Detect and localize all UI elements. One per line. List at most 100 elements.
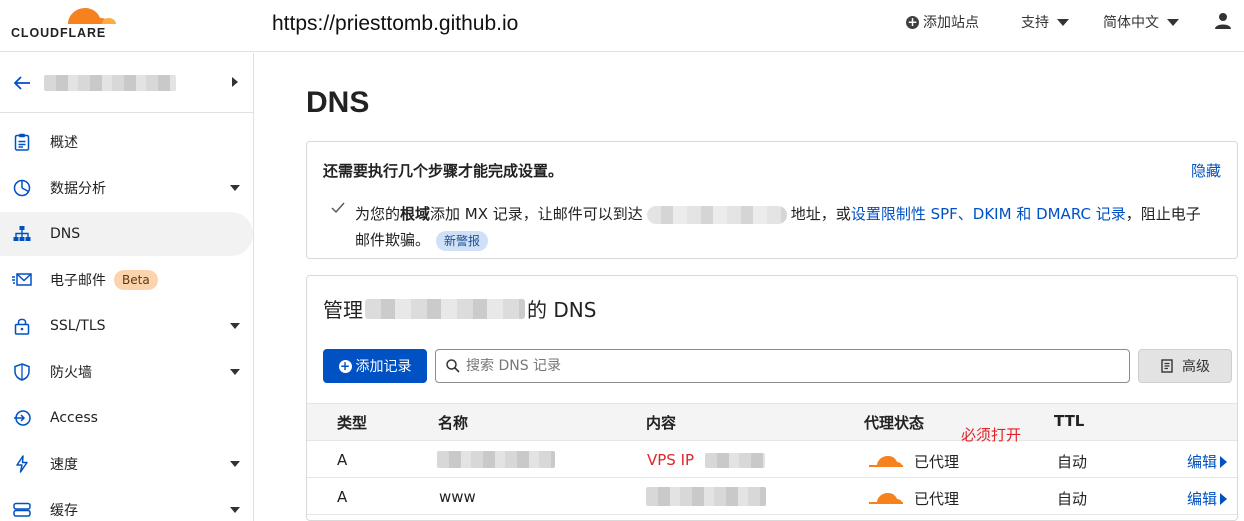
page-title: DNS: [306, 86, 370, 119]
sidebar-item-label: 速度: [50, 457, 78, 473]
cloudflare-cloud-icon: [68, 8, 116, 24]
sidebar-item-cache[interactable]: 缓存: [0, 488, 253, 521]
clipboard-icon: [12, 132, 32, 152]
record-type: A: [337, 488, 348, 506]
chevron-down-icon: [230, 507, 240, 513]
chevron-down-icon: [230, 461, 240, 467]
table-row[interactable]: A www 已代理 自动 编辑: [307, 478, 1237, 515]
edit-record-link[interactable]: 编辑: [1187, 488, 1227, 509]
top-bar: CLOUDFLARE https://priesttomb.github.io …: [0, 0, 1244, 52]
storage-icon: [12, 500, 32, 520]
sidebar-item-analytics[interactable]: 数据分析: [0, 166, 253, 210]
column-header-name[interactable]: 名称: [438, 412, 468, 433]
record-ttl: 自动: [1057, 453, 1088, 471]
sidebar-item-label: 概述: [50, 135, 78, 151]
chevron-right-icon: [232, 77, 238, 87]
hide-link[interactable]: 隐藏: [1191, 160, 1221, 181]
bolt-icon: [12, 454, 32, 474]
language-label: 简体中文: [1103, 15, 1159, 31]
column-header-type[interactable]: 类型: [337, 412, 367, 433]
sidebar-item-ssl-tls[interactable]: SSL/TLS: [0, 304, 253, 348]
logo-text: CLOUDFLARE: [11, 26, 107, 40]
dns-table-header: 类型 名称 内容 代理状态 TTL: [307, 403, 1237, 441]
column-header-content[interactable]: 内容: [646, 412, 676, 433]
email-address-blurred: [646, 205, 787, 224]
back-arrow-icon[interactable]: [12, 73, 32, 96]
lock-icon: [12, 316, 32, 336]
shield-icon: [12, 362, 32, 382]
dns-title-suffix: 的 DNS: [527, 298, 597, 322]
access-icon: [12, 408, 32, 428]
add-record-button[interactable]: + 添加记录: [323, 349, 427, 383]
support-menu[interactable]: 支持: [1021, 12, 1069, 32]
new-alert-tag: 新警报: [436, 230, 489, 251]
table-row[interactable]: A VPS IP 已代理 自动 编辑: [307, 441, 1237, 478]
language-menu[interactable]: 简体中文: [1103, 12, 1179, 32]
chevron-right-icon: [1220, 492, 1227, 505]
beta-badge: Beta: [114, 270, 158, 290]
proxy-status: 已代理: [914, 490, 960, 508]
sidebar: 概述 数据分析 DNS 电子邮件 Beta SSL/TLS 防火墙 Access…: [0, 53, 254, 521]
sidebar-item-access[interactable]: Access: [0, 396, 253, 440]
user-icon: [1215, 13, 1231, 29]
chevron-right-icon: [1220, 455, 1227, 468]
chevron-down-icon: [1167, 18, 1179, 26]
record-ttl: 自动: [1057, 490, 1088, 508]
plus-circle-icon: +: [906, 14, 919, 29]
pie-chart-icon: [12, 178, 32, 198]
document-icon: [1161, 359, 1173, 373]
sidebar-item-speed[interactable]: 速度: [0, 442, 253, 486]
check-icon: [331, 202, 345, 218]
setup-text-bold: 根域: [400, 205, 431, 223]
user-menu[interactable]: [1214, 12, 1232, 30]
sidebar-item-overview[interactable]: 概述: [0, 120, 253, 164]
record-name: www: [439, 488, 476, 506]
record-type: A: [337, 451, 348, 469]
plus-circle-icon: +: [338, 358, 352, 373]
add-site-label: 添加站点: [923, 15, 979, 31]
sidebar-item-label: SSL/TLS: [50, 318, 106, 334]
sidebar-item-label: 电子邮件: [50, 273, 106, 289]
overlay-url-text: https://priesttomb.github.io: [272, 12, 519, 35]
spf-dkim-dmarc-link[interactable]: 设置限制性 SPF、DKIM 和 DMARC 记录: [851, 205, 1126, 223]
email-icon: [12, 270, 32, 290]
chevron-down-icon: [1057, 18, 1069, 26]
advanced-button[interactable]: 高级: [1138, 349, 1232, 383]
chevron-down-icon: [230, 369, 240, 375]
proxy-status: 已代理: [914, 453, 960, 471]
edit-label: 编辑: [1186, 490, 1217, 508]
record-content: VPS IP: [647, 451, 694, 469]
column-header-proxy-status[interactable]: 代理状态: [864, 412, 924, 433]
setup-step-text: 为您的根域添加 MX 记录，让邮件可以到达 地址，或设置限制性 SPF、DKIM …: [355, 201, 1215, 253]
setup-text-part: 为您的: [355, 205, 401, 223]
account-selector[interactable]: [0, 53, 253, 113]
account-name-blurred: [44, 75, 176, 91]
cloudflare-logo[interactable]: CLOUDFLARE: [10, 2, 120, 46]
sidebar-item-firewall[interactable]: 防火墙: [0, 350, 253, 394]
setup-steps-card: 还需要执行几个步骤才能完成设置。 隐藏 为您的根域添加 MX 记录，让邮件可以到…: [306, 141, 1238, 259]
search-icon: [446, 359, 460, 373]
dns-card-title: 管理 的 DNS: [323, 294, 596, 323]
proxied-cloud-icon: [869, 456, 903, 467]
domain-name-blurred: [365, 298, 525, 319]
record-content-blurred: [705, 453, 765, 468]
sidebar-item-label: 数据分析: [50, 181, 106, 197]
sidebar-item-dns[interactable]: DNS: [0, 212, 253, 256]
chevron-down-icon: [230, 185, 240, 191]
dns-records-card: 管理 的 DNS + 添加记录 高级 类型 名称 内容 代理状态 TTL 必须打…: [306, 275, 1238, 521]
advanced-label: 高级: [1182, 359, 1210, 375]
sidebar-item-label: DNS: [50, 226, 81, 242]
search-input[interactable]: [466, 358, 1106, 374]
network-icon: [12, 224, 32, 244]
chevron-down-icon: [230, 323, 240, 329]
sidebar-item-label: 缓存: [50, 503, 78, 519]
add-site-button[interactable]: + 添加站点: [906, 12, 979, 32]
dns-search-box[interactable]: [435, 349, 1130, 383]
setup-title: 还需要执行几个步骤才能完成设置。: [323, 162, 564, 180]
sidebar-item-label: 防火墙: [50, 365, 92, 381]
record-content-annotation: VPS IP: [647, 451, 695, 469]
sidebar-item-email[interactable]: 电子邮件 Beta: [0, 258, 253, 302]
column-header-ttl[interactable]: TTL: [1054, 412, 1084, 430]
proxied-cloud-icon: [869, 493, 903, 504]
edit-record-link[interactable]: 编辑: [1187, 451, 1227, 472]
